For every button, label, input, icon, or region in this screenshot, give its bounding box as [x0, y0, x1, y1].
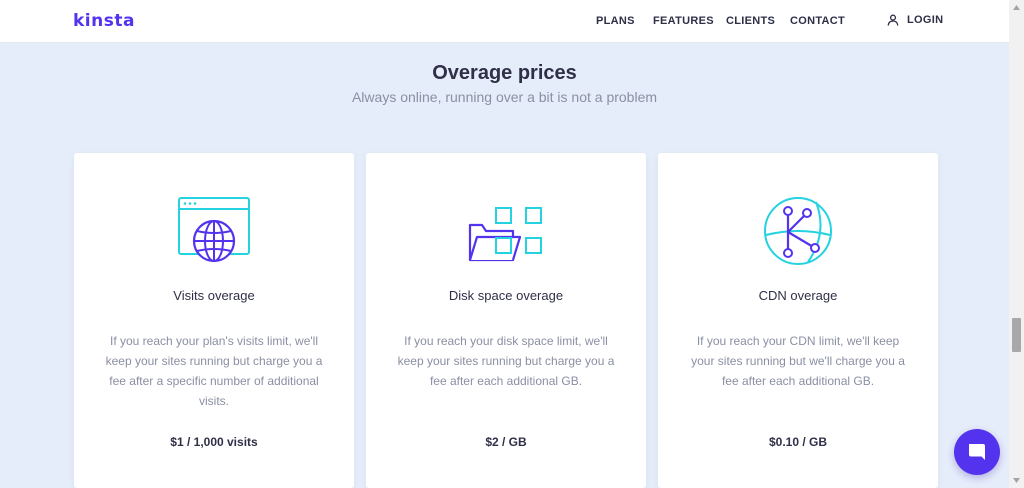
section-subtitle: Always online, running over a bit is not…	[351, 89, 658, 105]
scroll-down-arrow[interactable]	[1009, 473, 1024, 488]
nav-contact[interactable]: CONTACT	[790, 15, 845, 27]
folder-files-icon	[468, 207, 542, 262]
scroll-thumb[interactable]	[1012, 318, 1021, 352]
card-description: If you reach your CDN limit, we'll keep …	[691, 334, 905, 388]
nav-clients[interactable]: CLIENTS	[726, 15, 775, 27]
nav-features[interactable]: FEATURES	[653, 15, 714, 27]
browser-globe-icon	[178, 197, 250, 263]
card-title: Visits overage	[173, 288, 255, 303]
triangle-down-icon	[1013, 478, 1020, 483]
card-price: $1 / 1,000 visits	[170, 435, 258, 449]
visits-overage-card: Visits overage If you reach your plan's …	[74, 153, 354, 488]
nav-plans[interactable]: PLANS	[596, 15, 635, 27]
chat-button[interactable]	[954, 429, 1000, 475]
card-description: If you reach your disk space limit, we'l…	[397, 334, 615, 388]
page: kinsta PLANS FEATURES CLIENTS CONTACT LO…	[0, 0, 1009, 488]
card-title: Disk space overage	[448, 288, 564, 303]
login-label: LOGIN	[907, 14, 944, 26]
cdn-network-icon	[764, 197, 832, 265]
triangle-up-icon	[1013, 5, 1020, 10]
card-price: $2 / GB	[485, 435, 527, 449]
vertical-scrollbar[interactable]	[1009, 0, 1024, 488]
card-description: If you reach your plan's visits limit, w…	[105, 334, 323, 408]
card-title: CDN overage	[758, 288, 838, 303]
disk-space-overage-card: Disk space overage If you reach your dis…	[366, 153, 646, 488]
site-header: kinsta PLANS FEATURES CLIENTS CONTACT LO…	[0, 0, 1009, 43]
card-price: $0.10 / GB	[768, 435, 828, 449]
chat-bubble-icon	[969, 444, 985, 460]
user-icon	[887, 14, 899, 26]
login-link[interactable]: LOGIN	[887, 14, 943, 26]
cdn-overage-card: CDN overage If you reach your CDN limit,…	[658, 153, 938, 488]
scroll-up-arrow[interactable]	[1009, 0, 1024, 15]
section-title: Overage prices	[432, 62, 577, 84]
kinsta-logo[interactable]: kinsta	[73, 11, 135, 31]
